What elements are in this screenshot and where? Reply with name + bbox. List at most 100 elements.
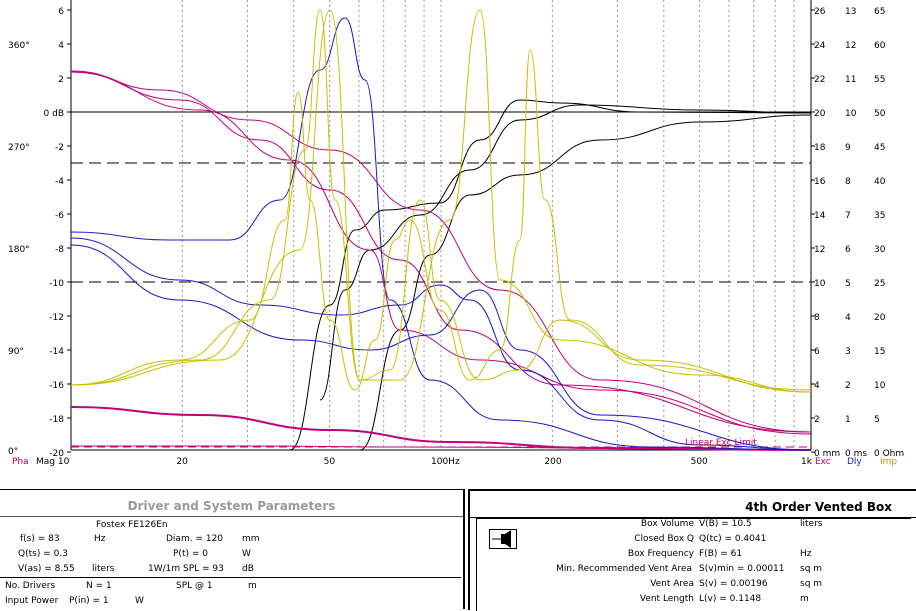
db-tick-label: 4 [58,41,64,51]
freq-tick-label: 200 [544,457,561,467]
right-tick-label: 22 [814,75,825,85]
right-tick-label: 2 [845,381,851,391]
phase-tick-label: 0° [8,447,18,457]
db-tick-label: -2 [55,143,64,153]
right-tick-label: 10 [874,381,886,391]
right-tick-label: 60 [874,41,886,51]
fs-field[interactable]: f(s) = 83 [20,534,60,544]
db-tick-label: 0 dB [44,109,64,119]
qts-field[interactable]: Q(ts) = 0.3 [18,549,68,559]
spl-at-unit: m [248,581,257,591]
right-tick-label: 45 [874,143,885,153]
box-row-unit: liters [800,519,823,529]
phase-tick-label: 90° [8,347,24,357]
freq-tick-label: 50 [324,457,336,467]
right-tick-label: 14 [814,211,826,221]
right-tick-label: 16 [814,177,826,187]
power-field[interactable]: P(in) = 1 [69,596,109,606]
phase-tick-label: 180° [8,245,30,255]
db-tick-label: -16 [49,381,64,391]
spl-field[interactable]: 1W/1m SPL = 93 [148,564,224,574]
box-row-label: Vent Length [639,594,694,604]
right-tick-label: 50 [874,109,886,119]
db-tick-label: -4 [55,177,64,187]
right-tick-label: 8 [814,313,820,323]
db-tick-label: 2 [58,75,64,85]
db-tick-label: -6 [55,211,64,221]
vas-field[interactable]: V(as) = 8.55 [18,564,75,574]
db-tick-label: -10 [49,279,64,289]
box-row-value[interactable]: S(v) = 0.00196 [699,579,768,589]
response-graph[interactable]: 6420 dB -2 -4 -6 -8 -10 -12 -14 -16 -18 -20 360° 270… [0,0,916,470]
freq-tick-label: 1k [801,457,813,467]
panel-divider [0,577,461,578]
right-tick-label: 5 [845,279,851,289]
right-tick-label: 6 [845,245,851,255]
pt-unit: W [242,549,251,559]
right-tick-label: 1 [845,415,851,425]
box-panel-title: 4th Order Vented Box [470,491,916,518]
right-tick-label: 30 [874,245,886,255]
drivers-field[interactable]: N = 1 [86,581,112,591]
box-row-unit: sq m [800,579,823,589]
driver-parameters-panel: Driver and System Parameters Fostex FE12… [0,489,465,609]
fs-unit: Hz [94,534,106,544]
right-tick-label: 20 [814,109,826,119]
right-tick-label: 8 [845,177,851,187]
db-tick-label: -8 [55,245,64,255]
right-tick-label: 7 [845,211,851,221]
right-tick-label: 10 [814,279,826,289]
exc-label: Exc [815,457,831,467]
right-tick-label: 24 [814,41,826,51]
right-tick-label: 10 [845,109,857,119]
spl-at-field[interactable]: SPL @ 1 [176,581,213,591]
right-tick-label: 18 [814,143,826,153]
phase-tick-label: 270° [8,143,30,153]
driver-name[interactable]: Fostex FE126En [96,520,168,530]
linear-exc-limit-label: Linear Exc Limit [685,438,757,448]
db-tick-label: -12 [49,313,64,323]
drivers-label: No. Drivers [5,581,56,591]
box-row-unit: Hz [800,549,812,559]
right-tick-label: 15 [874,347,885,357]
power-unit: W [135,596,144,606]
box-row-label: Min. Recommended Vent Area [556,564,692,574]
diam-field[interactable]: Diam. = 120 [166,534,223,544]
driver-panel-title: Driver and System Parameters [0,490,463,517]
right-tick-label: 20 [874,313,886,323]
box-row-value[interactable]: S(v)min = 0.00011 [699,564,785,574]
freq-tick-label: Mag 10 [36,457,70,467]
diam-unit: mm [242,534,260,544]
box-row-value[interactable]: Q(tc) = 0.4041 [699,534,766,544]
box-row-value[interactable]: F(B) = 61 [699,549,742,559]
right-tick-label: 13 [845,7,856,17]
right-tick-label: 5 [874,415,880,425]
right-tick-label: 55 [874,75,885,85]
pha-label: Pha [12,457,29,467]
speaker-icon[interactable] [489,529,517,549]
power-label: Input Power [5,596,59,606]
right-tick-label: 12 [845,41,856,51]
db-tick-label: -18 [49,415,64,425]
box-row-label: Vent Area [650,579,694,589]
right-tick-label: 2 [814,415,820,425]
freq-tick-label: 100Hz [431,457,460,467]
right-tick-label: 6 [814,347,820,357]
imp-label: Imp [880,457,897,467]
right-tick-label: 25 [874,279,885,289]
vas-unit: liters [92,564,115,574]
box-row-value[interactable]: V(B) = 10.5 [699,519,752,529]
right-tick-label: 65 [874,7,885,17]
freq-tick-label: 20 [176,457,188,467]
pt-field[interactable]: P(t) = 0 [173,549,208,559]
db-tick-label: 6 [58,7,64,17]
box-row-label: Box Frequency [627,549,694,559]
box-row-unit: sq m [800,564,823,574]
right-tick-label: 35 [874,211,885,221]
box-parameters-panel: 4th Order Vented Box Box Volume V(B) = 10… [468,489,916,611]
phase-tick-label: 360° [8,41,30,51]
box-row-label: Box Volume [640,519,694,529]
right-tick-label: 9 [845,143,851,153]
box-row-value[interactable]: L(v) = 0.1148 [699,594,761,604]
right-tick-label: 3 [845,347,851,357]
